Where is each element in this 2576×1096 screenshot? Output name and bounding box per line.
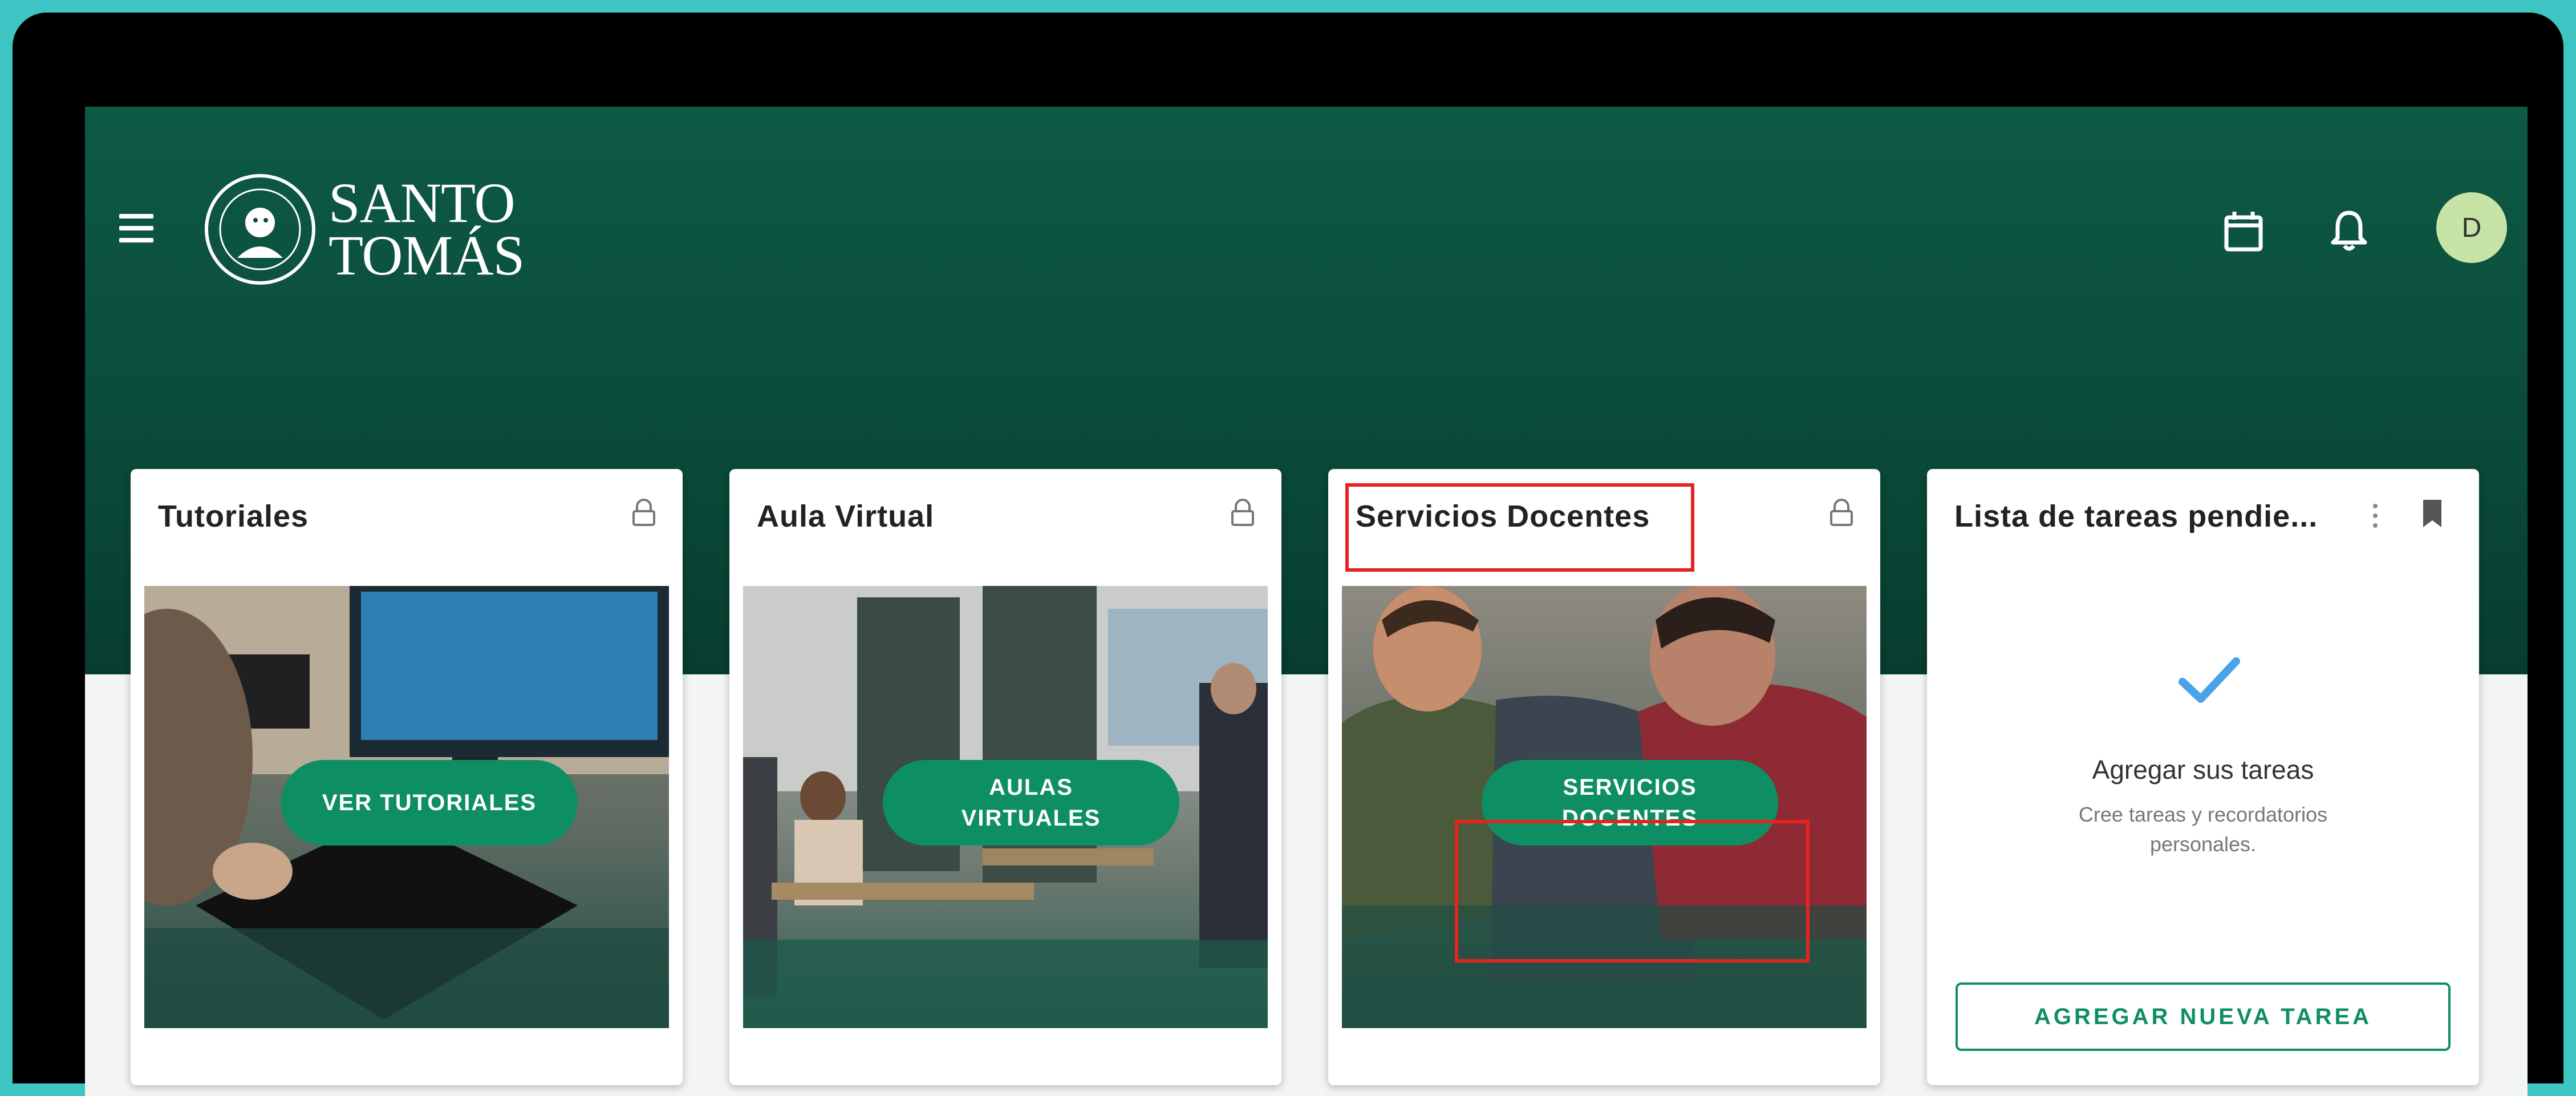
card-lista-tareas: Lista de tareas pendie... Agregar sus ta… (1927, 469, 2479, 1085)
empty-state-title: Agregar sus tareas (2092, 755, 2314, 784)
agregar-nueva-tarea-button[interactable]: AGREGAR NUEVA TAREA (1956, 982, 2451, 1051)
card-title: Lista de tareas pendie... (1954, 499, 2318, 533)
logo-line-1: SANTO (328, 171, 516, 234)
bookmark-icon[interactable] (2421, 499, 2444, 528)
santo-tomas-logo[interactable]: SANTO TOMÁS (203, 171, 525, 287)
logo-wordmark: SANTO TOMÁS (328, 171, 525, 287)
title-highlight-box (1345, 483, 1694, 572)
card-title: Aula Virtual (757, 499, 935, 533)
more-vertical-icon[interactable] (2371, 502, 2379, 529)
card-title: Tutoriales (158, 499, 309, 533)
button-highlight-box (1455, 820, 1810, 962)
logo-line-2: TOMÁS (328, 224, 525, 287)
tutoriales-image: VER TUTORIALES (144, 586, 669, 1028)
device-frame: SANTO TOMÁS D Tutoriales VER TUTORIALES … (13, 13, 2563, 1096)
lock-icon (632, 499, 655, 526)
card-tutoriales: Tutoriales VER TUTORIALES (131, 469, 683, 1085)
empty-state-subtitle: Cree tareas y recordatorios personales. (2078, 803, 2328, 856)
user-avatar[interactable]: D (2436, 192, 2507, 263)
aulas-virtuales-button[interactable]: AULAS VIRTUALES (883, 760, 1179, 846)
hamburger-menu-icon[interactable] (119, 214, 153, 242)
aula-virtual-image: AULAS VIRTUALES (743, 586, 1268, 1028)
lock-icon (1231, 499, 1254, 526)
button-label: AULAS VIRTUALES (961, 775, 1101, 831)
calendar-icon[interactable] (2221, 208, 2266, 254)
bell-icon[interactable] (2326, 208, 2372, 254)
ver-tutoriales-button[interactable]: VER TUTORIALES (281, 760, 578, 846)
lock-icon (1830, 499, 1853, 526)
card-aula-virtual: Aula Virtual AULAS VIRTUALES (729, 469, 1281, 1085)
card-servicios-docentes: Servicios Docentes SERVICIOS DOCENTES (1328, 469, 1880, 1085)
app-screen: SANTO TOMÁS D Tutoriales VER TUTORIALES … (85, 107, 2528, 1096)
check-icon (2179, 657, 2240, 703)
university-seal-icon (205, 174, 315, 285)
